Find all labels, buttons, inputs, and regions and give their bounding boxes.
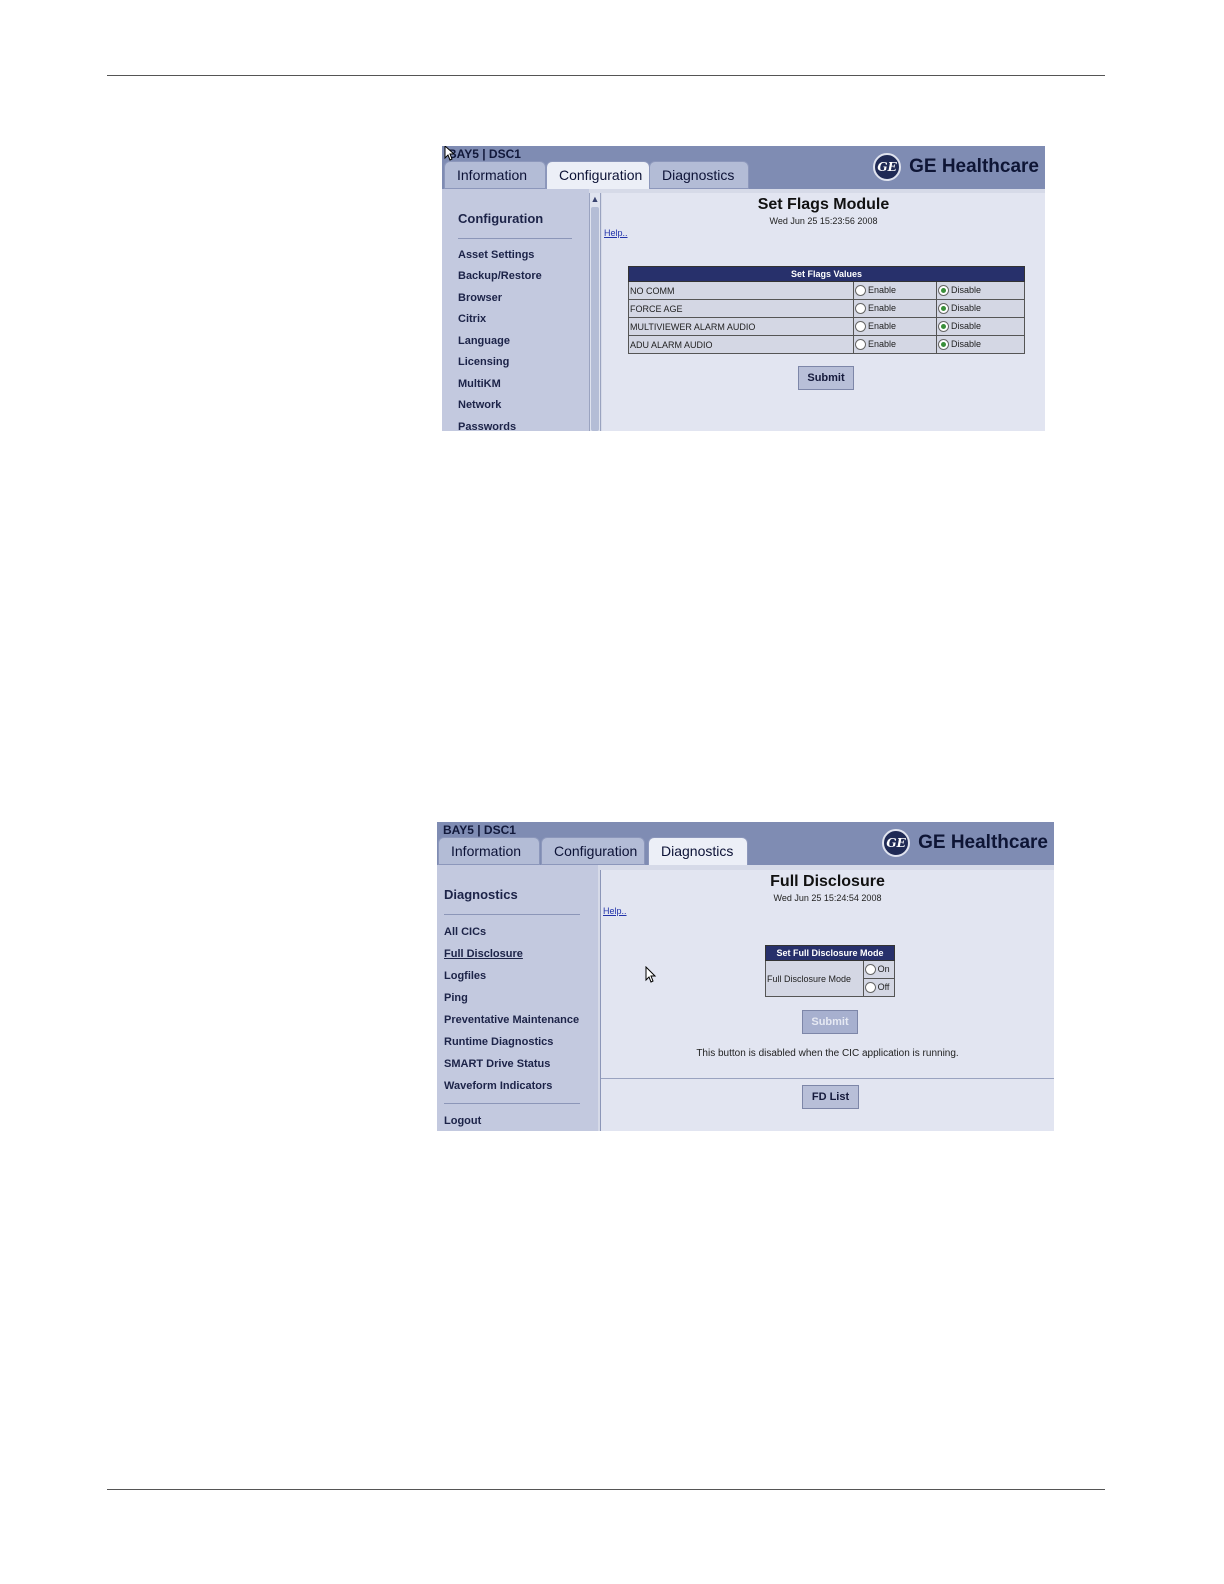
radio-icon[interactable]: [855, 321, 866, 333]
radio-icon[interactable]: [855, 285, 866, 297]
scrollbar-thumb[interactable]: [591, 207, 599, 431]
ge-healthcare-logo: GE GE Healthcare: [873, 151, 1039, 183]
table-header: Set Full Disclosure Mode: [765, 945, 895, 961]
table-row: NO COMM Enable Disable: [628, 281, 1025, 300]
sidebar-item-all-cics[interactable]: All CICs: [444, 926, 486, 938]
ge-healthcare-logo: GE GE Healthcare: [882, 827, 1048, 859]
fd-list-button[interactable]: FD List: [802, 1085, 859, 1109]
sidebar-item-licensing[interactable]: Licensing: [458, 356, 509, 368]
disable-option[interactable]: Disable: [936, 299, 1025, 318]
sidebar-scrollbar[interactable]: ▲: [589, 193, 601, 431]
sidebar-item-runtime-diagnostics[interactable]: Runtime Diagnostics: [444, 1036, 553, 1048]
sidebar-heading: Configuration: [458, 211, 544, 226]
tab-configuration[interactable]: Configuration: [546, 161, 650, 189]
sidebar-item-browser[interactable]: Browser: [458, 292, 502, 304]
sidebar-item-ping[interactable]: Ping: [444, 992, 468, 1004]
help-link[interactable]: Help..: [604, 228, 628, 238]
flag-name: MULTIVIEWER ALARM AUDIO: [628, 317, 854, 336]
sidebar-item-logfiles[interactable]: Logfiles: [444, 970, 486, 982]
mouse-pointer-icon: [444, 146, 454, 161]
main-panel: Full Disclosure Wed Jun 25 15:24:54 2008…: [600, 870, 1054, 1131]
sidebar-item-preventative-maintenance[interactable]: Preventative Maintenance: [444, 1014, 579, 1026]
sidebar: Diagnostics All CICs Full Disclosure Log…: [437, 865, 598, 1131]
enable-option[interactable]: Enable: [853, 317, 937, 336]
tab-information[interactable]: Information: [438, 837, 540, 865]
radio-selected-icon[interactable]: [938, 303, 949, 315]
table-header: Set Flags Values: [628, 266, 1025, 282]
enable-option[interactable]: Enable: [853, 299, 937, 318]
radio-icon[interactable]: [855, 303, 866, 315]
radio-selected-icon[interactable]: [938, 339, 949, 351]
window-title: BAY5 | DSC1: [443, 823, 516, 837]
scroll-up-icon[interactable]: ▲: [590, 193, 600, 205]
table-row: ADU ALARM AUDIO Enable Disable: [628, 335, 1025, 354]
tab-information[interactable]: Information: [444, 161, 546, 189]
sidebar-item-passwords[interactable]: Passwords: [458, 421, 516, 431]
sidebar-divider: [458, 238, 572, 239]
mode-label: Full Disclosure Mode: [765, 960, 864, 997]
sidebar-item-language[interactable]: Language: [458, 335, 510, 347]
sidebar-item-backup-restore[interactable]: Backup/Restore: [458, 270, 542, 282]
radio-selected-icon[interactable]: [938, 285, 949, 297]
brand-name: GE Healthcare: [918, 832, 1048, 853]
page-title: Set Flags Module: [757, 196, 890, 213]
help-link[interactable]: Help..: [603, 906, 627, 916]
tab-diagnostics[interactable]: Diagnostics: [649, 161, 749, 189]
tab-diagnostics[interactable]: Diagnostics: [648, 837, 748, 865]
header-bar: BAY5 | DSC1 Information Configuration Di…: [437, 822, 1054, 865]
sidebar: Configuration Asset Settings Backup/Rest…: [442, 189, 589, 431]
brand-name: GE Healthcare: [909, 156, 1039, 177]
set-flags-table: Set Flags Values NO COMM Enable Disable …: [628, 266, 1025, 354]
sidebar-item-asset-settings[interactable]: Asset Settings: [458, 249, 534, 261]
flag-name: FORCE AGE: [628, 299, 854, 318]
sidebar-item-smart-drive-status[interactable]: SMART Drive Status: [444, 1058, 550, 1070]
page-timestamp: Wed Jun 25 15:24:54 2008: [773, 893, 882, 903]
full-disclosure-mode-table: Set Full Disclosure Mode Full Disclosure…: [765, 945, 896, 997]
radio-icon[interactable]: [864, 964, 876, 976]
tab-configuration[interactable]: Configuration: [541, 837, 645, 865]
page-title: Full Disclosure: [770, 873, 885, 890]
enable-option[interactable]: Enable: [853, 335, 937, 354]
submit-button[interactable]: Submit: [798, 366, 854, 390]
flag-name: ADU ALARM AUDIO: [628, 335, 854, 354]
radio-icon[interactable]: [864, 982, 876, 994]
mouse-pointer-icon: [645, 966, 657, 983]
page-timestamp: Wed Jun 25 15:23:56 2008: [769, 216, 878, 226]
sidebar-item-network[interactable]: Network: [458, 399, 501, 411]
disable-option[interactable]: Disable: [936, 281, 1025, 300]
table-row: MULTIVIEWER ALARM AUDIO Enable Disable: [628, 317, 1025, 336]
disable-option[interactable]: Disable: [936, 317, 1025, 336]
mode-option-off[interactable]: Off: [862, 978, 896, 997]
logout-link[interactable]: Logout: [444, 1115, 481, 1127]
submit-button[interactable]: Submit: [802, 1010, 858, 1034]
ge-monogram-icon: GE: [873, 153, 902, 181]
screenshot-set-flags: BAY5 | DSC1 Information Configuration Di…: [442, 146, 1045, 431]
sidebar-item-multikm[interactable]: MultiKM: [458, 378, 501, 390]
table-row: FORCE AGE Enable Disable: [628, 299, 1025, 318]
sidebar-item-waveform-indicators[interactable]: Waveform Indicators: [444, 1080, 552, 1092]
sidebar-item-citrix[interactable]: Citrix: [458, 313, 486, 325]
sidebar-item-full-disclosure[interactable]: Full Disclosure: [444, 948, 523, 960]
bottom-rule: [107, 1489, 1105, 1490]
header-bar: BAY5 | DSC1 Information Configuration Di…: [442, 146, 1045, 189]
disable-option[interactable]: Disable: [936, 335, 1025, 354]
screenshot-full-disclosure: BAY5 | DSC1 Information Configuration Di…: [437, 822, 1054, 1131]
main-panel: Set Flags Module Wed Jun 25 15:23:56 200…: [602, 193, 1045, 431]
sidebar-divider: [444, 1103, 580, 1104]
ge-monogram-icon: GE: [882, 829, 911, 857]
radio-icon[interactable]: [855, 339, 866, 351]
flag-name: NO COMM: [628, 281, 854, 300]
top-rule: [107, 75, 1105, 76]
mode-option-on[interactable]: On: [862, 960, 896, 979]
sidebar-divider: [444, 914, 580, 915]
radio-selected-icon[interactable]: [938, 321, 949, 333]
enable-option[interactable]: Enable: [853, 281, 937, 300]
section-divider: [601, 1078, 1054, 1079]
disabled-note: This button is disabled when the CIC app…: [696, 1048, 959, 1059]
window-title: BAY5 | DSC1: [448, 147, 521, 161]
sidebar-heading: Diagnostics: [444, 887, 518, 902]
